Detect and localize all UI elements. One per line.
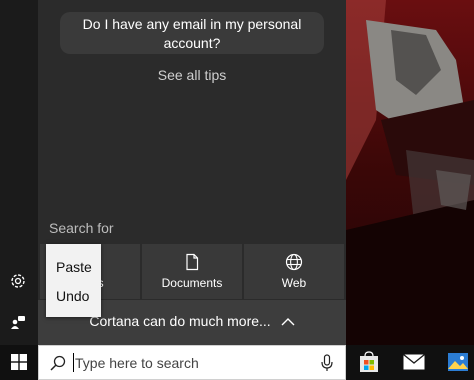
document-icon [186, 253, 199, 271]
category-web-label: Web [281, 276, 307, 290]
taskbar-search-box[interactable] [38, 345, 346, 380]
category-web-button[interactable]: Web [244, 244, 344, 299]
microphone-icon[interactable] [321, 354, 333, 372]
search-icon [50, 355, 66, 371]
suggestion-text: Do I have any email in my personal accou… [82, 16, 302, 51]
mail-icon[interactable] [403, 354, 425, 370]
settings-icon[interactable] [9, 272, 27, 290]
desktop-wallpaper [346, 0, 474, 345]
windows-logo-icon[interactable] [11, 354, 27, 370]
photos-icon[interactable] [447, 351, 469, 373]
wallpaper-image [346, 0, 474, 345]
search-input[interactable] [75, 352, 305, 374]
left-rail [0, 0, 38, 345]
category-documents-label: Documents [161, 276, 223, 290]
context-menu: Paste Undo [46, 244, 101, 317]
text-cursor [73, 353, 74, 372]
category-documents-button[interactable]: Documents [142, 244, 242, 299]
context-menu-paste[interactable]: Paste [46, 253, 101, 282]
search-for-label: Search for [49, 220, 114, 236]
feedback-icon[interactable] [10, 314, 26, 330]
see-all-tips-link[interactable]: See all tips [38, 67, 346, 83]
chevron-up-icon [281, 318, 295, 326]
context-menu-undo[interactable]: Undo [46, 282, 101, 311]
cortana-more-label: Cortana can do much more... [89, 313, 271, 329]
store-icon[interactable] [359, 351, 379, 373]
suggestion-bubble[interactable]: Do I have any email in my personal accou… [60, 12, 324, 54]
globe-icon [285, 253, 303, 271]
